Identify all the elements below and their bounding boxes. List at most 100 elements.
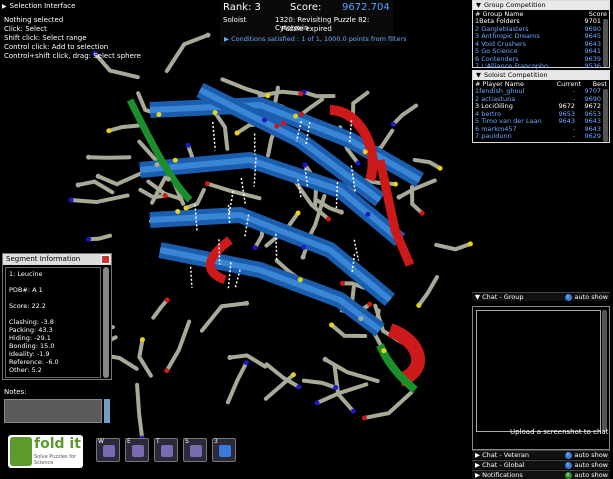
atom-tip (355, 160, 361, 166)
chat-global-label: Chat - Global (482, 460, 525, 469)
chat-global-bar[interactable]: ▶ Chat - Global i auto show (472, 460, 610, 469)
soloist-scrollbar[interactable] (603, 89, 608, 142)
segment-information-panel: Segment Information 1: Leucine PDB#: A 1… (2, 253, 112, 380)
atom-tip (227, 355, 233, 361)
info-icon[interactable]: i (564, 293, 572, 301)
collapse-triangle-icon[interactable]: ▶ (2, 3, 7, 10)
atom-tip (262, 117, 268, 123)
atom-tip (314, 400, 320, 406)
group-competition-panel: ▼ Group Competition # Group Name Score 1… (472, 0, 610, 70)
atom-tip (350, 114, 356, 120)
atom-tip (358, 316, 364, 322)
atom-tip (68, 197, 74, 203)
puzzle-status: Puzzle expired (281, 25, 332, 33)
collapse-triangle-icon[interactable]: ▼ (476, 1, 481, 10)
rank-label: Rank: 3 (223, 2, 261, 13)
selection-line: Shift click: Select range (4, 34, 87, 42)
atom-tip (339, 280, 345, 286)
segment-detail-line (9, 278, 97, 286)
info-icon[interactable]: i (564, 451, 572, 459)
segment-information-header[interactable]: Segment Information (3, 254, 111, 265)
segment-information-title: Segment Information (6, 255, 81, 263)
tweak-icon (161, 445, 173, 457)
auto-show-label[interactable]: auto show (575, 451, 609, 460)
collapse-triangle-icon[interactable]: ▼ (475, 293, 482, 302)
atom-tip (381, 348, 387, 354)
segment-detail-line: Ideality: -1.9 (9, 350, 50, 358)
close-icon[interactable] (101, 255, 110, 264)
group-scrollbar[interactable] (603, 19, 608, 67)
sidechain-stick (391, 103, 419, 127)
shortcut-key: 3 (214, 438, 218, 445)
collapse-triangle-icon[interactable]: ▼ (476, 71, 481, 80)
auto-show-label[interactable]: auto show (575, 461, 609, 470)
sidechain-stick (205, 181, 262, 201)
expand-triangle-icon[interactable]: ▶ (475, 471, 482, 479)
atom-tip (183, 205, 189, 211)
group-competition-title: Group Competition (484, 1, 546, 9)
sidechain-stick (263, 372, 296, 401)
notes-input[interactable] (4, 399, 102, 423)
segment-detail-line: Score: 22.2 (9, 302, 46, 310)
group-competition-header[interactable]: ▼ Group Competition (473, 1, 609, 10)
chat-scrollbar[interactable] (602, 310, 607, 432)
tool-button-e[interactable]: E (125, 438, 149, 462)
atom-tip (437, 165, 443, 171)
atom-tip (212, 110, 218, 116)
sidechain-stick (213, 110, 230, 151)
tool-button-s[interactable]: S (183, 438, 207, 462)
soloist-competition-title: Soloist Competition (484, 71, 548, 79)
notes-label: Notes: (4, 388, 27, 396)
notifications-bar[interactable]: ▶ Notifications x auto show (472, 470, 610, 479)
upload-screenshot-link[interactable]: Upload a screenshot to chat (510, 428, 608, 436)
expand-triangle-icon[interactable]: ▶ (475, 461, 482, 470)
chat-group-bar[interactable]: ▼ Chat - Group i auto show (472, 292, 610, 301)
auto-show-label[interactable]: auto show (575, 293, 609, 302)
player-name: 3 LociOiling (475, 103, 513, 110)
atom-tip (172, 157, 178, 163)
selection-line: Nothing selected (4, 16, 64, 24)
player-name: 6 markm457 (475, 125, 517, 133)
chat-group-label: Chat - Group (482, 292, 524, 301)
column-header: # Group Name (475, 10, 524, 18)
current-score: - (572, 124, 575, 133)
hydrogen-bond (194, 204, 198, 231)
sidechain-stick (220, 77, 270, 98)
chat-veteran-bar[interactable]: ▶ Chat - Veteran i auto show (472, 450, 610, 459)
shortcut-key: S (185, 438, 189, 445)
atom-tip (298, 91, 304, 97)
shake-sidechains-icon (190, 445, 202, 457)
selection-interface-help: Nothing selected Click: Select Shift cli… (4, 16, 141, 61)
segment-scrollbar[interactable] (103, 267, 109, 378)
segment-detail-line: Clashing: -3.8 (9, 318, 54, 326)
tool-button-t[interactable]: T (154, 438, 178, 462)
atom-tip (300, 254, 306, 260)
auto-show-label[interactable]: auto show (575, 471, 609, 479)
player-name: 1fendish_ghoul (475, 88, 525, 95)
selection-interface-header[interactable]: ▶ Selection Interface (2, 2, 75, 10)
current-score: - (572, 132, 575, 140)
sidechain-stick (329, 322, 368, 339)
sidechain-stick (69, 193, 130, 205)
atom-tip (177, 195, 183, 201)
conditions-toggle[interactable]: ▶ Conditions satisfied : 1 of 1, 1000.0 … (224, 35, 407, 43)
atom-tip (393, 181, 399, 187)
soloist-competition-header[interactable]: ▼ Soloist Competition (473, 71, 609, 80)
atom-tip (290, 372, 296, 378)
sidechain-stick (323, 357, 380, 384)
notes-scrollbar[interactable] (104, 399, 110, 423)
atom-tip (164, 297, 170, 303)
expand-triangle-icon[interactable]: ▶ (475, 451, 482, 460)
tool-button-3[interactable]: 3 (212, 438, 236, 462)
chat-messages[interactable] (476, 310, 601, 432)
close-icon[interactable]: x (564, 471, 572, 479)
group-name: 4 Void Crushers (475, 40, 527, 48)
info-icon[interactable]: i (564, 461, 572, 469)
atom-tip (281, 120, 287, 126)
chat-veteran-label: Chat - Veteran (482, 450, 530, 459)
atom-tip (350, 408, 356, 414)
atom-tip (156, 112, 162, 118)
atom-tip (361, 415, 367, 421)
soloist-row[interactable]: 7 pauldunn - 9629 (473, 132, 609, 141)
tool-button-w[interactable]: W (96, 438, 120, 462)
